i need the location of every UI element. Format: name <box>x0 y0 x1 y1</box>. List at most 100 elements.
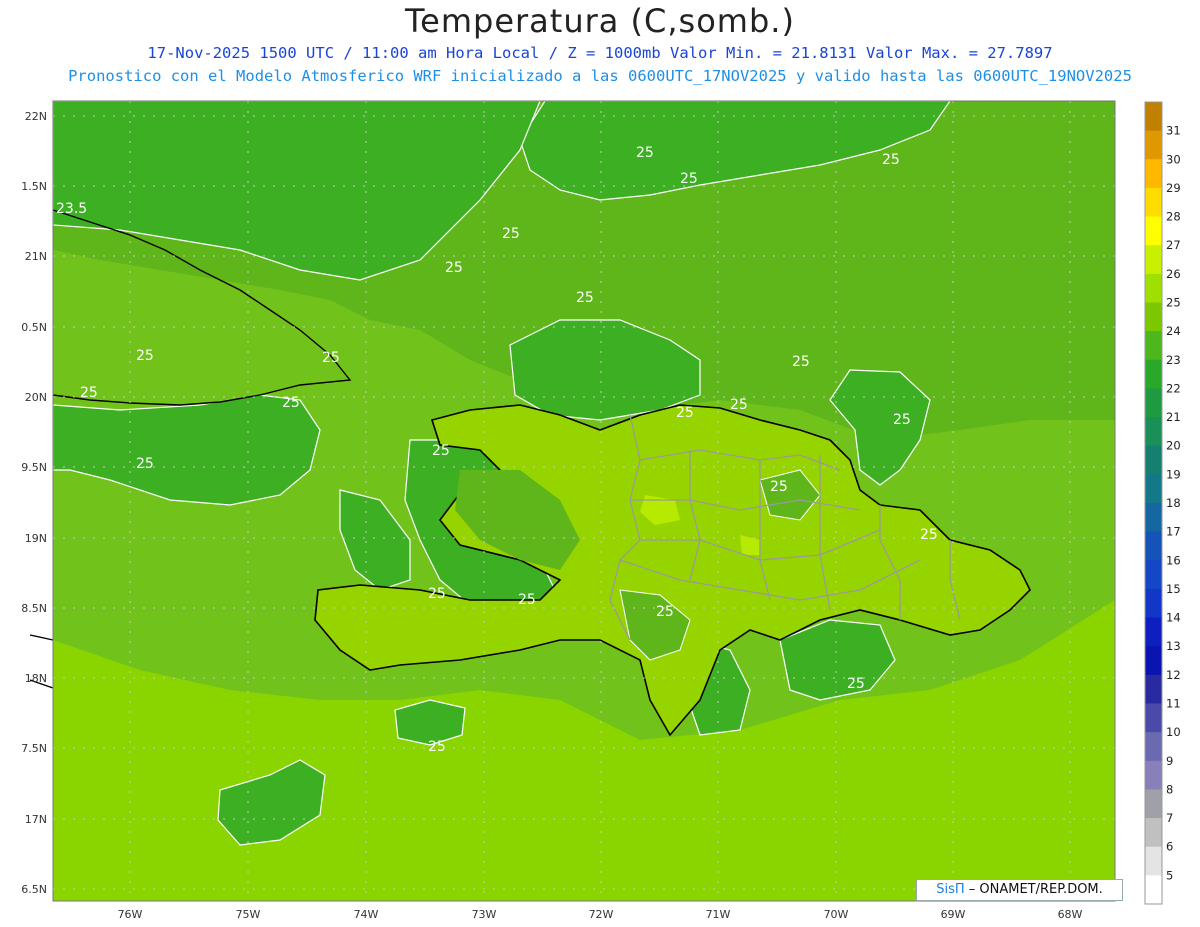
contour-label: 25 <box>920 527 938 543</box>
colorbar-level-label: 5 <box>1166 868 1173 882</box>
lat-label: 0.5N <box>21 321 47 334</box>
colorbar-swatch <box>1145 245 1162 275</box>
contour-label: 25 <box>576 290 594 306</box>
contour-label: 25 <box>676 405 694 421</box>
contour-label: 25 <box>136 348 154 364</box>
lon-label: 74W <box>354 908 379 921</box>
latitude-axis: 22N 1.5N 21N 0.5N 20N 9.5N 19N 8.5N 18N … <box>21 110 47 896</box>
lat-label: 1.5N <box>21 180 47 193</box>
lon-label: 69W <box>941 908 966 921</box>
lat-label: 21N <box>25 250 47 263</box>
colorbar-level-label: 18 <box>1166 496 1181 510</box>
credit-text: – ONAMET/REP.DOM. <box>968 882 1103 897</box>
temperature-map: 22N 1.5N 21N 0.5N 20N 9.5N 19N 8.5N 18N … <box>21 100 1181 921</box>
colorbar-level-label: 23 <box>1166 353 1181 367</box>
colorbar-level-label: 17 <box>1166 525 1181 539</box>
contour-label: 25 <box>636 145 654 161</box>
lat-label: 6.5N <box>21 883 47 896</box>
credit-box: SisΠ – ONAMET/REP.DOM. <box>916 879 1123 901</box>
colorbar-swatch <box>1145 445 1162 475</box>
contour-label: 25 <box>770 479 788 495</box>
lat-label: 8.5N <box>21 602 47 615</box>
colorbar-swatch <box>1145 560 1162 590</box>
colorbar-level-label: 10 <box>1166 725 1181 739</box>
lat-label: 19N <box>25 532 47 545</box>
contour-label: 23.5 <box>56 201 87 217</box>
lat-label: 9.5N <box>21 461 47 474</box>
contour-label: 25 <box>882 152 900 168</box>
colorbar-swatch <box>1145 187 1162 218</box>
contour-label: 25 <box>432 443 450 459</box>
colorbar-swatch <box>1145 732 1162 762</box>
colorbar-swatch <box>1145 331 1162 361</box>
contour-label: 25 <box>656 604 674 620</box>
lon-label: 68W <box>1058 908 1083 921</box>
colorbar-swatch <box>1145 159 1162 189</box>
colorbar-level-label: 13 <box>1166 639 1181 653</box>
colorbar-swatch <box>1145 789 1162 819</box>
contour-label: 25 <box>792 354 810 370</box>
colorbar-swatch <box>1145 531 1162 561</box>
colorbar-swatch <box>1145 359 1162 389</box>
contour-label: 25 <box>80 385 98 401</box>
lon-label: 76W <box>118 908 143 921</box>
colorbar-level-label: 11 <box>1166 697 1181 711</box>
colorbar-level-label: 8 <box>1166 782 1173 796</box>
colorbar-level-label: 29 <box>1166 181 1181 195</box>
colorbar-swatch <box>1145 388 1162 418</box>
colorbar-level-label: 27 <box>1166 238 1181 252</box>
colorbar-level-label: 22 <box>1166 381 1181 395</box>
colorbar-swatch <box>1145 846 1162 876</box>
contour-label: 25 <box>893 412 911 428</box>
lon-label: 71W <box>706 908 731 921</box>
colorbar-swatch <box>1145 760 1162 790</box>
contour-label: 25 <box>680 171 698 187</box>
colorbar-swatch <box>1145 674 1162 704</box>
contour-label: 25 <box>502 226 520 242</box>
colorbar-level-label: 28 <box>1166 210 1181 224</box>
colorbar-swatch <box>1145 703 1162 733</box>
colorbar-level-label: 30 <box>1166 152 1181 166</box>
lat-label: 18N <box>25 672 47 685</box>
colorbar-swatch <box>1145 503 1162 533</box>
lon-label: 72W <box>589 908 614 921</box>
colorbar-level-label: 7 <box>1166 811 1173 825</box>
lat-label: 22N <box>25 110 47 123</box>
contour-label: 25 <box>428 739 446 755</box>
colorbar-swatch <box>1145 818 1162 848</box>
lon-label: 73W <box>472 908 497 921</box>
colorbar-level-label: 20 <box>1166 439 1181 453</box>
colorbar-level-label: 16 <box>1166 553 1181 567</box>
contour-label: 25 <box>847 676 865 692</box>
colorbar-level-label: 24 <box>1166 324 1181 338</box>
contour-label: 25 <box>136 456 154 472</box>
colorbar-level-label: 26 <box>1166 267 1181 281</box>
colorbar-level-label: 14 <box>1166 611 1181 625</box>
colorbar-swatch <box>1145 875 1162 905</box>
colorbar-swatch <box>1145 273 1162 303</box>
lat-label: 7.5N <box>21 742 47 755</box>
contour-label: 25 <box>518 592 536 608</box>
colorbar-swatch <box>1145 417 1162 447</box>
lon-label: 70W <box>824 908 849 921</box>
colorbar-level-label: 19 <box>1166 467 1181 481</box>
colorbar-level-label: 9 <box>1166 754 1173 768</box>
colorbar-level-label: 12 <box>1166 668 1181 682</box>
contour-label: 25 <box>445 260 463 276</box>
colorbar-swatch <box>1145 588 1162 619</box>
colorbar-swatch <box>1145 130 1162 160</box>
colorbar-swatch <box>1145 617 1162 647</box>
colorbar-swatch <box>1145 646 1162 676</box>
contour-label: 25 <box>428 586 446 602</box>
colorbar-level-label: 31 <box>1166 124 1181 138</box>
colorbar-legend: 31 30 29 28 27 26 25 24 23 22 21 20 19 18 17 16 15 14 13 12… <box>1144 101 1181 905</box>
colorbar-level-label: 6 <box>1166 840 1173 854</box>
longitude-axis: 76W 75W 74W 73W 72W 71W 70W 69W 68W <box>118 908 1083 921</box>
colorbar-swatch <box>1145 216 1162 246</box>
contour-label: 25 <box>282 395 300 411</box>
lat-label: 20N <box>25 391 47 404</box>
lat-label: 17N <box>25 813 47 826</box>
lon-label: 75W <box>236 908 261 921</box>
colorbar-swatch <box>1145 474 1162 504</box>
colorbar-swatch <box>1145 102 1162 132</box>
